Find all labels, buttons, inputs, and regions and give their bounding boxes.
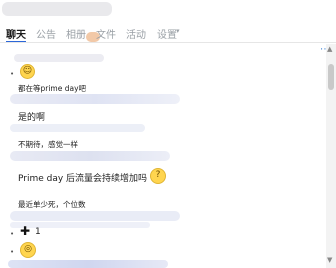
avatar: • — [10, 248, 15, 256]
blurred-sender — [10, 222, 150, 228]
message-text: 是的啊 — [18, 113, 46, 123]
blurred-sender — [14, 54, 104, 62]
tab-activities[interactable]: 活动 — [126, 26, 146, 41]
tab-files[interactable]: 文件 — [96, 26, 116, 41]
tab-divider — [0, 42, 336, 43]
thinking-emoji-icon: ? — [150, 168, 166, 184]
tab-bar: 聊天 公告 相册 文件 活动 设置 ▾ — [0, 22, 336, 43]
avatar: • — [10, 230, 15, 238]
message-text: 不期待，感觉一样 — [18, 140, 78, 149]
shocked-emoji-icon: ◎ — [20, 242, 36, 258]
blurred-sender — [10, 94, 180, 104]
tab-settings[interactable]: 设置 — [157, 26, 177, 41]
blurred-sender — [10, 211, 180, 221]
avatar: • — [10, 70, 15, 78]
tab-announcements[interactable]: 公告 — [36, 26, 56, 41]
message-text: 最近单少死，个位数 — [18, 200, 86, 209]
blurred-group-title — [2, 2, 112, 16]
tab-chat[interactable]: 聊天 — [6, 26, 26, 41]
tab-album[interactable]: 相册 — [66, 26, 86, 41]
smile-emoji-icon: ☺ — [20, 64, 35, 79]
blurred-sender — [10, 124, 145, 132]
scroll-up-icon[interactable]: ▲ — [327, 45, 332, 53]
plus-icon: ✚ — [20, 224, 31, 238]
blurred-sender — [10, 151, 170, 161]
scrollbar[interactable]: ▲ ▼ — [326, 44, 336, 268]
scroll-thumb[interactable] — [328, 64, 334, 90]
message-feed: • ☺ 都在等prime day吧 是的啊 不期待，感觉一样 Prime day… — [0, 44, 326, 268]
message-text: 都在等prime day吧 — [18, 84, 87, 93]
chevron-down-icon[interactable]: ▾ — [176, 27, 180, 35]
message-text: 1 — [35, 227, 41, 237]
blurred-sender — [8, 260, 168, 268]
message-text: Prime day 后流量会持续增加吗 — [18, 174, 148, 184]
scroll-down-icon[interactable]: ▼ — [327, 256, 332, 264]
